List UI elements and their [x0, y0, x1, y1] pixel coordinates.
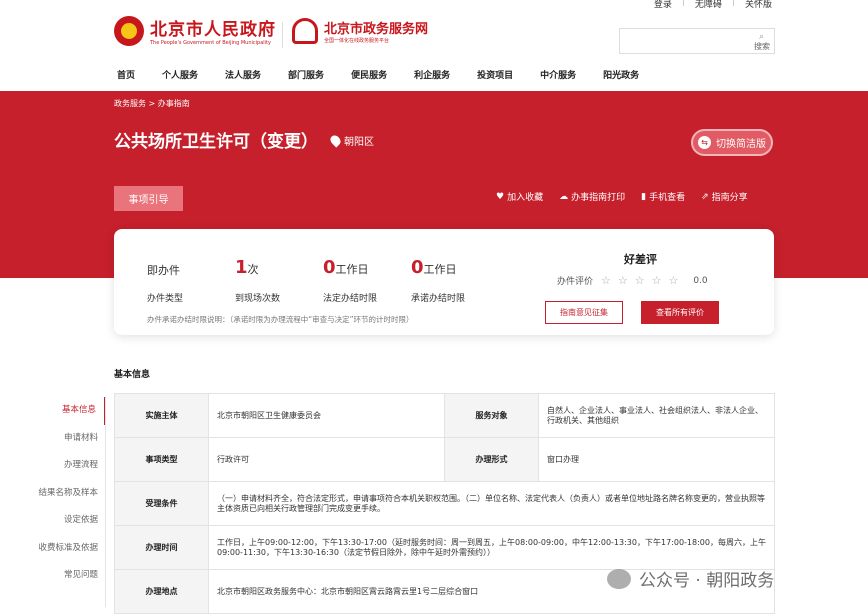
national-emblem-icon	[114, 15, 144, 46]
table-cell: （一）申请材料齐全，符合法定形式，申请事项符合本机关职权范围。（二）单位名称、法…	[208, 481, 775, 526]
switch-simple-button[interactable]: ⇆ 切换简洁版	[691, 129, 773, 156]
type-value: 即办件	[147, 264, 180, 277]
table-header-cell: 事项类型	[114, 437, 209, 482]
gov-logo-title: 北京市人民政府	[150, 20, 276, 40]
page-title: 公共场所卫生许可（变更）	[114, 132, 318, 152]
visits-number: 1	[235, 257, 248, 278]
switch-icon: ⇆	[698, 136, 711, 149]
feedback-button[interactable]: 指南意见征集	[545, 301, 623, 324]
table-cell: 自然人、企业法人、事业法人、社会组织法人、非法人企业、行政机关、其他组织	[538, 393, 775, 438]
promise-number: 0	[411, 257, 424, 278]
summary-card: 即办件 办件类型 1次 到现场次数 0工作日 法定办结时限 0工作日 承诺办结时…	[114, 229, 774, 335]
evaluation-label: 办件评价	[557, 277, 594, 287]
utility-bar: 登录 | 无障碍 | 关怀版	[654, 0, 772, 10]
table-cell: 工作日，上午09:00-12:00，下午13:30-17:00（延时服务时间：周…	[208, 525, 775, 570]
side-nav-legal-basis[interactable]: 设定依据	[30, 507, 106, 535]
table-cell: 北京市朝阳区卫生健康委员会	[208, 393, 445, 438]
side-nav-fees[interactable]: 收费标准及依据	[30, 535, 106, 563]
evaluation-row: 办件评价 ☆☆☆☆☆ 0.0	[557, 274, 708, 287]
nav-item-convenience[interactable]: 便民服务	[351, 68, 387, 81]
mobile-view-label: 手机查看	[649, 193, 686, 203]
service-logo[interactable]: 北京市政务服务网 全国一体化在线政务服务平台	[292, 18, 428, 44]
location-label: 朝阳区	[344, 137, 374, 148]
divider: |	[681, 0, 685, 7]
table-row: 事项类型 行政许可 办理形式 窗口办理	[114, 437, 775, 482]
type-label: 办件类型	[147, 294, 184, 304]
print-label: 办事指南打印	[571, 193, 626, 203]
nav-item-personal[interactable]: 个人服务	[162, 68, 198, 81]
service-logo-title: 北京市政务服务网	[324, 22, 429, 37]
cloud-print-icon: ☁	[559, 191, 569, 202]
side-nav: 基本信息 申请材料 办理流程 结果名称及样本 设定依据 收费标准及依据 常见问题	[30, 397, 106, 590]
search-input[interactable]: ⌕ 搜索	[619, 28, 775, 54]
evaluation-score: 0.0	[693, 275, 708, 286]
promise-unit: 工作日	[423, 263, 457, 276]
tab-guide[interactable]: 事项引导	[114, 186, 183, 211]
nav-item-corporate[interactable]: 法人服务	[225, 68, 261, 81]
watermark: 公众号 · 朝阳政务	[607, 566, 774, 591]
table-row: 受理条件 （一）申请材料齐全，符合法定形式，申请事项符合本机关职权范围。（二）单…	[114, 481, 775, 526]
action-bar: ♥ 加入收藏 ☁ 办事指南打印 ▮ 手机查看 ⇗ 指南分享	[496, 190, 748, 204]
mobile-view-button[interactable]: ▮ 手机查看	[641, 190, 686, 204]
divider: |	[731, 0, 735, 7]
gov-logo-subtitle: The People's Government of Beijing Munic…	[150, 40, 271, 46]
phone-icon: ▮	[641, 191, 647, 202]
legal-number: 0	[323, 257, 336, 278]
breadcrumb[interactable]: 政务服务 > 办事指南	[114, 98, 190, 109]
table-header-cell: 办理地点	[114, 569, 209, 614]
service-logo-icon	[292, 18, 318, 44]
table-header-cell: 受理条件	[114, 481, 209, 526]
section-title: 基本信息	[114, 370, 151, 380]
table-cell: 窗口办理	[538, 437, 775, 482]
side-nav-faq[interactable]: 常见问题	[30, 562, 106, 590]
favorite-label: 加入收藏	[507, 193, 544, 203]
watermark-text: 公众号 · 朝阳政务	[639, 571, 775, 591]
care-mode-link[interactable]: 关怀版	[745, 0, 772, 10]
location[interactable]: 朝阳区	[328, 133, 374, 148]
side-nav-result-sample[interactable]: 结果名称及样本	[30, 480, 106, 508]
gov-logo[interactable]: 北京市人民政府 The People's Government of Beiji…	[114, 15, 276, 46]
heart-icon: ♥	[496, 191, 505, 202]
nav-item-intermediary[interactable]: 中介服务	[540, 68, 576, 81]
visits-unit: 次	[247, 263, 259, 276]
all-reviews-button[interactable]: 查看所有评价	[641, 301, 719, 324]
accessible-link[interactable]: 无障碍	[695, 0, 722, 10]
logo-divider	[282, 22, 283, 48]
nav-item-sunshine[interactable]: 阳光政务	[603, 68, 639, 81]
star-rating-icon: ☆☆☆☆☆	[601, 274, 686, 287]
favorite-button[interactable]: ♥ 加入收藏	[496, 190, 544, 204]
visits-label: 到现场次数	[235, 294, 281, 304]
share-icon: ⇗	[701, 191, 709, 202]
side-nav-materials[interactable]: 申请材料	[30, 425, 106, 453]
legal-unit: 工作日	[335, 263, 369, 276]
location-pin-icon	[328, 133, 343, 148]
table-cell: 行政许可	[208, 437, 445, 482]
print-button[interactable]: ☁ 办事指南打印	[559, 190, 626, 204]
table-header-cell: 实施主体	[114, 393, 209, 438]
login-link[interactable]: 登录	[654, 0, 672, 10]
share-label: 指南分享	[711, 193, 748, 203]
share-button[interactable]: ⇗ 指南分享	[701, 190, 748, 204]
main-nav: 首页 个人服务 法人服务 部门服务 便民服务 利企服务 投资项目 中介服务 阳光…	[117, 68, 666, 81]
switch-label: 切换简洁版	[716, 139, 766, 150]
side-nav-line	[105, 397, 106, 607]
table-row: 办理时间 工作日，上午09:00-12:00，下午13:30-17:00（延时服…	[114, 525, 775, 570]
wechat-icon	[607, 568, 631, 589]
nav-item-investment[interactable]: 投资项目	[477, 68, 513, 81]
nav-item-business[interactable]: 利企服务	[414, 68, 450, 81]
legal-label: 法定办结时限	[323, 294, 378, 304]
search-label[interactable]: 搜索	[754, 41, 770, 52]
table-header-cell: 服务对象	[444, 393, 539, 438]
table-header-cell: 办理形式	[444, 437, 539, 482]
evaluation-title: 好差评	[624, 253, 657, 266]
nav-item-department[interactable]: 部门服务	[288, 68, 324, 81]
side-nav-basic-info[interactable]: 基本信息	[30, 397, 106, 425]
time-limit-note: 办件承诺办结时限说明：（承诺时限为办理流程中“审查与决定”环节的计时时限）	[147, 315, 414, 324]
promise-label: 承诺办结时限	[411, 294, 466, 304]
service-logo-subtitle: 全国一体化在线政务服务平台	[324, 38, 390, 44]
side-nav-process[interactable]: 办理流程	[30, 452, 106, 480]
table-row: 实施主体 北京市朝阳区卫生健康委员会 服务对象 自然人、企业法人、事业法人、社会…	[114, 393, 775, 438]
nav-item-home[interactable]: 首页	[117, 68, 135, 81]
table-header-cell: 办理时间	[114, 525, 209, 570]
